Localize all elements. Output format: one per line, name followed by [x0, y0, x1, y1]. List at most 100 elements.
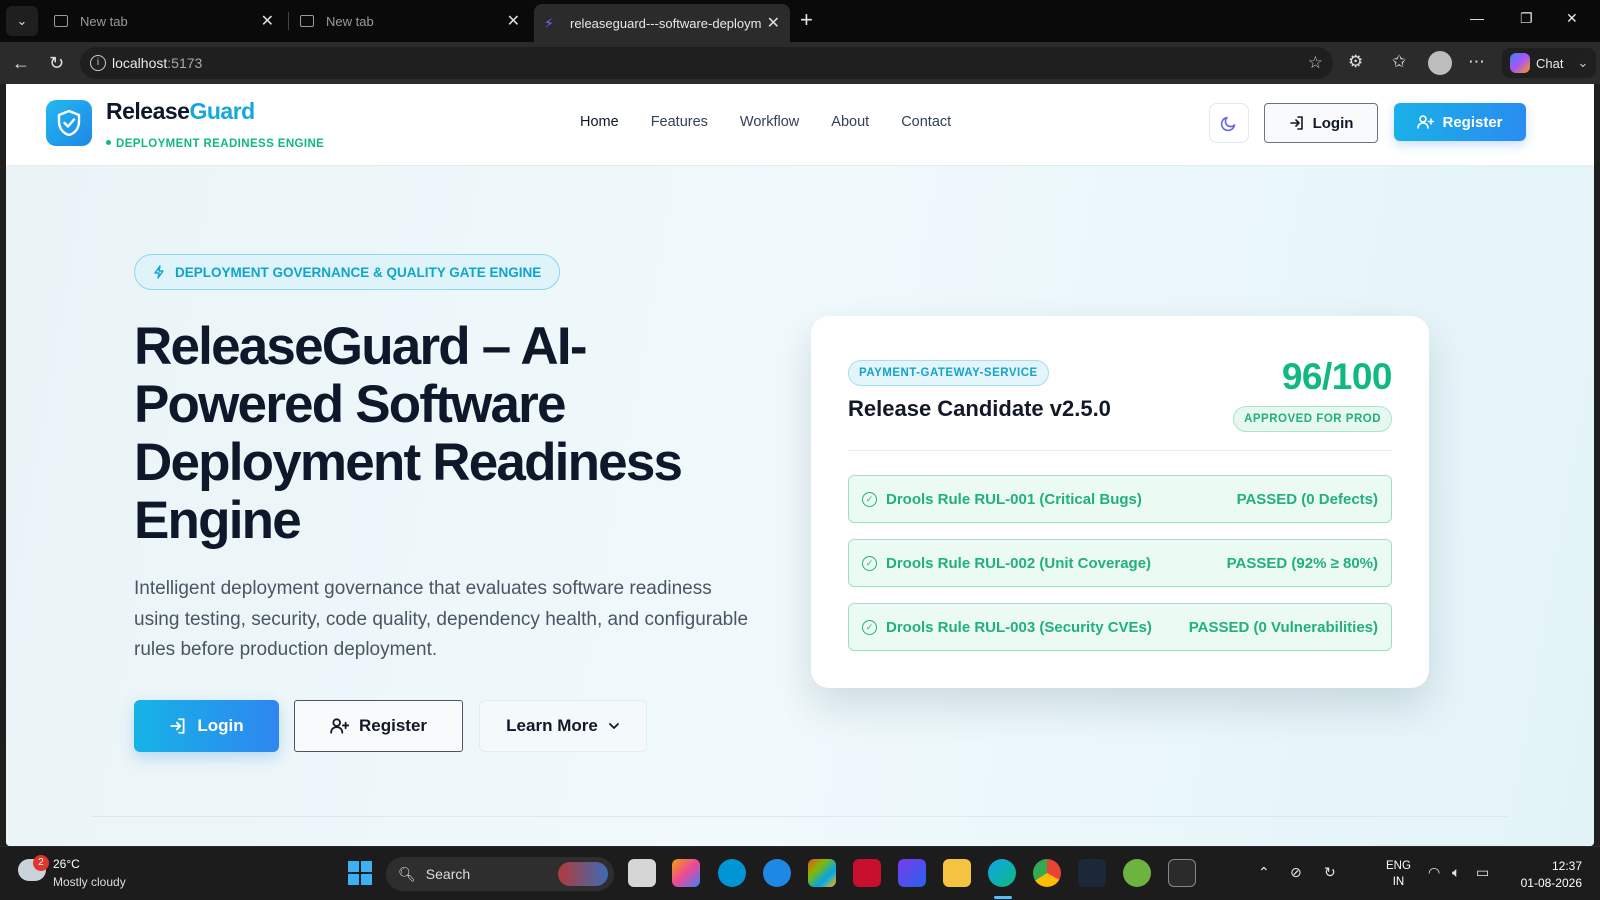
log-in-icon — [170, 718, 185, 734]
extensions-icon[interactable]: ⚙ — [1348, 52, 1363, 72]
tab-close-icon[interactable]: ✕ — [261, 11, 274, 31]
microsoft-store-icon[interactable] — [808, 859, 836, 887]
chevron-down-icon: ⌄ — [1577, 55, 1589, 70]
nav-home[interactable]: Home — [580, 114, 619, 130]
site-info-icon[interactable]: i — [90, 55, 106, 71]
sync-icon[interactable]: ↻ — [1324, 864, 1336, 881]
shield-check-icon[interactable] — [46, 100, 92, 146]
battery-icon[interactable]: ▭ — [1476, 864, 1489, 881]
tab-actions-chevron-icon[interactable]: ⌄ — [6, 6, 38, 36]
brand-name[interactable]: ReleaseGuard — [106, 98, 255, 125]
nav-features[interactable]: Features — [651, 114, 708, 130]
chevron-up-icon[interactable]: ⌃ — [1258, 864, 1270, 881]
code-editor-icon[interactable] — [1078, 859, 1106, 887]
theme-toggle-button[interactable] — [1209, 103, 1249, 143]
search-icon: 🔍︎ — [398, 865, 416, 882]
address-bar[interactable]: i localhost:5173 ☆ — [80, 47, 1333, 79]
input-language[interactable]: ENG IN — [1386, 858, 1411, 890]
system-clock[interactable]: 12:37 01-08-2026 — [1510, 858, 1582, 892]
new-tab-plus-icon[interactable]: + — [800, 8, 813, 32]
header-login-label: Login — [1312, 114, 1354, 132]
wifi-icon[interactable]: ◠ — [1428, 864, 1440, 881]
hero-title-line: Deployment Readiness — [134, 433, 683, 492]
release-readiness-card: PAYMENT-GATEWAY-SERVICE Release Candidat… — [811, 316, 1429, 688]
restore-icon[interactable]: ❐ — [1520, 10, 1533, 27]
rule-name: Drools Rule RUL-003 (Security CVEs) — [886, 618, 1152, 636]
hero-title: ReleaseGuard – AI- Powered Software Depl… — [134, 318, 754, 550]
tab-close-icon[interactable]: ✕ — [507, 11, 520, 31]
edge-browser-icon[interactable] — [988, 859, 1016, 887]
clock-date: 01-08-2026 — [1520, 876, 1582, 890]
tab-title: releaseguard---software-deployme — [570, 15, 761, 31]
hero-login-button[interactable]: Login — [134, 700, 279, 752]
browser-tab[interactable]: New tab ✕ — [44, 6, 284, 36]
tab-close-icon[interactable]: ✕ — [767, 13, 780, 33]
weather-description[interactable]: Mostly cloudy — [53, 875, 126, 889]
windows-start-icon[interactable] — [348, 861, 372, 885]
tab-separator — [288, 12, 289, 30]
search-highlight-image — [558, 862, 608, 886]
hero-title-line: ReleaseGuard – AI- — [134, 317, 587, 376]
nav-about[interactable]: About — [831, 114, 869, 130]
learn-more-button[interactable]: Learn More — [479, 700, 647, 752]
header-register-button[interactable]: Register — [1394, 103, 1526, 141]
help-app-icon[interactable] — [763, 859, 791, 887]
url-host: localhost — [112, 55, 168, 71]
chat-label: Chat — [1536, 55, 1564, 71]
favorite-star-icon[interactable]: ☆ — [1308, 53, 1323, 73]
hero-badge: DEPLOYMENT GOVERNANCE & QUALITY GATE ENG… — [134, 254, 561, 290]
url-text: localhost:5173 — [112, 55, 202, 71]
section-divider — [92, 816, 1508, 817]
nav-workflow[interactable]: Workflow — [740, 114, 799, 130]
refresh-icon[interactable]: ↻ — [49, 52, 64, 74]
lightning-icon — [154, 265, 164, 279]
hero-register-button[interactable]: Register — [294, 700, 463, 752]
hp-app-icon[interactable] — [718, 859, 746, 887]
approval-status-badge: APPROVED FOR PROD — [1233, 406, 1392, 432]
service-name-badge: PAYMENT-GATEWAY-SERVICE — [848, 360, 1049, 386]
minimize-icon[interactable]: — — [1470, 10, 1484, 26]
nav-contact[interactable]: Contact — [901, 114, 951, 130]
brand-tagline: DEPLOYMENT READINESS ENGINE — [106, 138, 324, 150]
hero-description: Intelligent deployment governance that e… — [134, 578, 749, 660]
rule-result: PASSED (0 Defects) — [1236, 490, 1378, 508]
rule-result: PASSED (0 Vulnerabilities) — [1188, 618, 1378, 636]
weather-temperature[interactable]: 26°C — [53, 857, 80, 871]
new-tab-page-icon — [300, 15, 314, 27]
favorites-icon[interactable]: ✩ — [1392, 52, 1406, 72]
chevron-down-icon — [608, 723, 619, 729]
rule-name: Drools Rule RUL-002 (Unit Coverage) — [886, 554, 1152, 572]
lang-region: IN — [1392, 876, 1405, 888]
spring-tool-icon[interactable] — [1123, 859, 1151, 887]
more-menu-icon[interactable]: ⋯ — [1468, 52, 1485, 72]
copilot-chat-button[interactable]: Chat ⌄ — [1502, 48, 1597, 78]
card-divider — [848, 450, 1392, 451]
profile-avatar[interactable] — [1428, 51, 1452, 75]
readiness-score: 96/100 — [1281, 356, 1393, 397]
new-tab-page-icon — [54, 15, 68, 27]
hero-register-label: Register — [358, 716, 428, 735]
volume-icon[interactable]: 🔈︎ — [1452, 864, 1460, 881]
header-login-button[interactable]: Login — [1264, 103, 1378, 143]
taskbar-search[interactable]: 🔍︎ Search — [386, 857, 614, 891]
file-explorer-icon[interactable] — [943, 859, 971, 887]
browser-toolbar: ← ↻ i localhost:5173 ☆ ⚙ ✩ ⋯ Chat ⌄ — [0, 42, 1600, 84]
rule-row: ✓ Drools Rule RUL-003 (Security CVEs) PA… — [848, 603, 1392, 651]
chrome-browser-icon[interactable] — [1033, 859, 1061, 887]
tab-title: New tab — [326, 13, 374, 29]
mcafee-icon[interactable] — [853, 859, 881, 887]
page-viewport: ReleaseGuard DEPLOYMENT READINESS ENGINE… — [6, 84, 1594, 846]
browser-tab-active[interactable]: ⚡ releaseguard---software-deployme ✕ — [534, 4, 790, 42]
browser-tab[interactable]: New tab ✕ — [290, 6, 530, 36]
header-register-label: Register — [1442, 113, 1503, 131]
back-arrow-icon[interactable]: ← — [12, 52, 30, 74]
copilot-app-icon[interactable] — [672, 859, 700, 887]
media-app-icon[interactable] — [898, 859, 926, 887]
terminal-icon[interactable] — [1168, 859, 1196, 887]
task-view-icon[interactable] — [628, 859, 656, 887]
hero-title-line: Engine — [134, 491, 302, 550]
window-close-icon[interactable]: ✕ — [1566, 10, 1578, 27]
moon-icon — [1220, 116, 1236, 132]
location-off-icon[interactable]: ⊘ — [1290, 864, 1302, 881]
hero-login-label: Login — [197, 716, 244, 735]
